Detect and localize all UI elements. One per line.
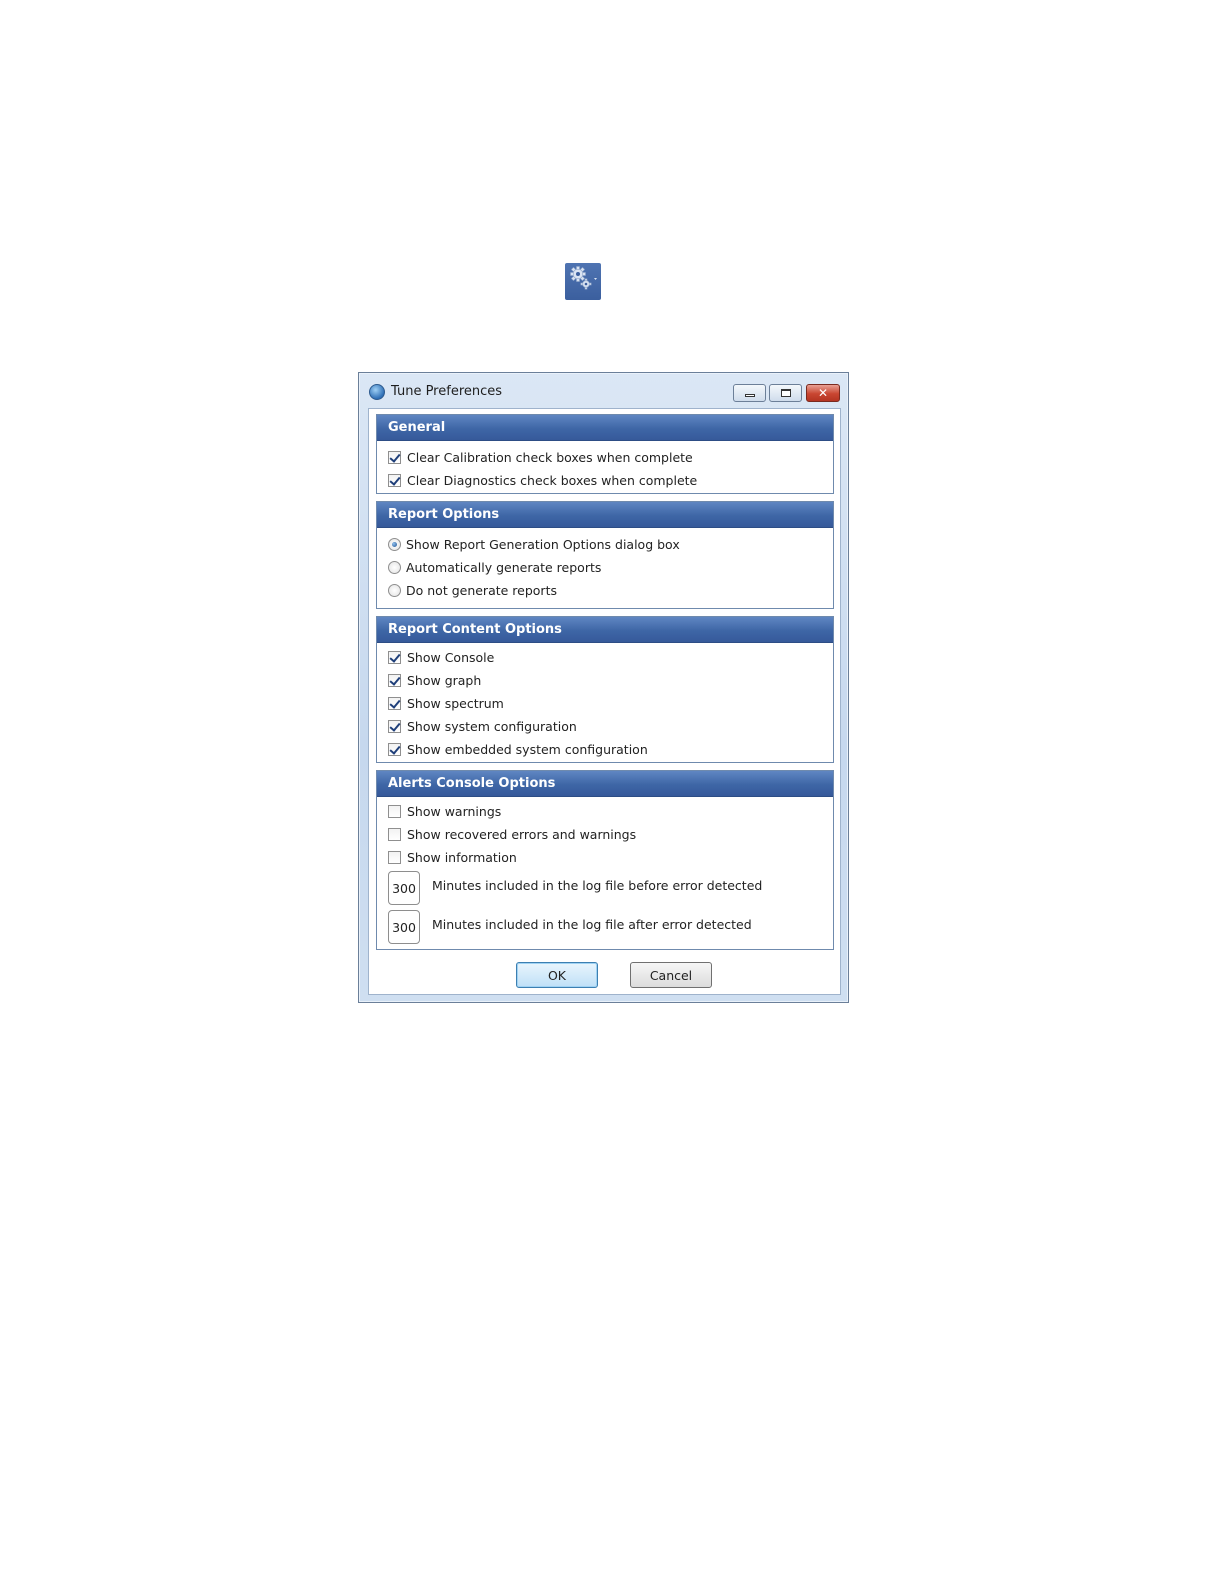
show-recovered-errors-checkbox[interactable]: [388, 827, 401, 841]
report-content-header: Report Content Options: [377, 617, 833, 643]
report-content-item[interactable]: Show graph: [388, 671, 481, 689]
report-content-item[interactable]: Show spectrum: [388, 694, 504, 712]
minutes-after-label: Minutes included in the log file after e…: [432, 917, 752, 932]
minutes-before-input[interactable]: 300: [388, 871, 420, 905]
close-button[interactable]: ✕: [806, 384, 840, 402]
minutes-before-label: Minutes included in the log file before …: [432, 878, 763, 893]
alerts-item[interactable]: Show warnings: [388, 802, 501, 820]
show-embedded-config-checkbox[interactable]: [388, 742, 401, 756]
report-option-item[interactable]: Do not generate reports: [388, 581, 557, 599]
show-graph-checkbox[interactable]: [388, 673, 401, 687]
show-information-checkbox[interactable]: [388, 850, 401, 864]
gears-dropdown-icon[interactable]: [565, 263, 601, 300]
checkbox-label: Clear Diagnostics check boxes when compl…: [407, 472, 698, 488]
window-title: Tune Preferences: [391, 384, 503, 399]
general-item[interactable]: Clear Diagnostics check boxes when compl…: [388, 471, 697, 489]
minimize-icon: [744, 394, 755, 397]
maximize-button[interactable]: [769, 384, 802, 402]
dialog-body: General Clear Calibration check boxes wh…: [368, 408, 841, 995]
show-system-config-checkbox[interactable]: [388, 719, 401, 733]
general-header: General: [377, 415, 833, 441]
minimize-button[interactable]: [733, 384, 766, 402]
minutes-after-input[interactable]: 300: [388, 910, 420, 944]
no-reports-radio[interactable]: [388, 583, 401, 597]
show-report-dialog-radio[interactable]: [388, 537, 401, 551]
app-logo-icon: [369, 384, 385, 400]
radio-label: Do not generate reports: [406, 582, 557, 598]
report-option-item[interactable]: Show Report Generation Options dialog bo…: [388, 535, 680, 553]
checkbox-label: Show graph: [407, 672, 482, 688]
checkbox-label: Show embedded system configuration: [407, 741, 648, 757]
show-warnings-checkbox[interactable]: [388, 804, 401, 818]
show-console-checkbox[interactable]: [388, 650, 401, 664]
close-icon: ✕: [817, 386, 829, 400]
alerts-item[interactable]: Show recovered errors and warnings: [388, 825, 636, 843]
alerts-console-header: Alerts Console Options: [377, 771, 833, 797]
clear-calibration-checkbox[interactable]: [388, 450, 401, 464]
title-bar[interactable]: Tune Preferences ✕: [359, 373, 848, 409]
maximize-icon: [780, 389, 791, 397]
checkbox-label: Show recovered errors and warnings: [407, 826, 637, 842]
general-item[interactable]: Clear Calibration check boxes when compl…: [388, 448, 693, 466]
tune-preferences-dialog: Tune Preferences ✕ General Clear Calibra…: [358, 372, 849, 1003]
report-content-group: Report Content Options Show Console Show…: [376, 616, 834, 763]
alerts-console-group: Alerts Console Options Show warnings Sho…: [376, 770, 834, 950]
clear-diagnostics-checkbox[interactable]: [388, 473, 401, 487]
radio-label: Show Report Generation Options dialog bo…: [406, 536, 680, 552]
report-options-group: Report Options Show Report Generation Op…: [376, 501, 834, 609]
report-content-item[interactable]: Show Console: [388, 648, 494, 666]
checkbox-label: Clear Calibration check boxes when compl…: [407, 449, 693, 465]
report-content-item[interactable]: Show embedded system configuration: [388, 740, 648, 758]
general-group: General Clear Calibration check boxes wh…: [376, 414, 834, 494]
report-content-item[interactable]: Show system configuration: [388, 717, 577, 735]
checkbox-label: Show spectrum: [407, 695, 504, 711]
checkbox-label: Show Console: [407, 649, 495, 665]
cancel-button[interactable]: Cancel: [630, 962, 712, 988]
checkbox-label: Show warnings: [407, 803, 502, 819]
show-spectrum-checkbox[interactable]: [388, 696, 401, 710]
checkbox-label: Show information: [407, 849, 517, 865]
report-option-item[interactable]: Automatically generate reports: [388, 558, 601, 576]
checkbox-label: Show system configuration: [407, 718, 577, 734]
ok-button[interactable]: OK: [516, 962, 598, 988]
alerts-item[interactable]: Show information: [388, 848, 517, 866]
report-options-header: Report Options: [377, 502, 833, 528]
radio-label: Automatically generate reports: [406, 559, 602, 575]
auto-generate-reports-radio[interactable]: [388, 560, 401, 574]
